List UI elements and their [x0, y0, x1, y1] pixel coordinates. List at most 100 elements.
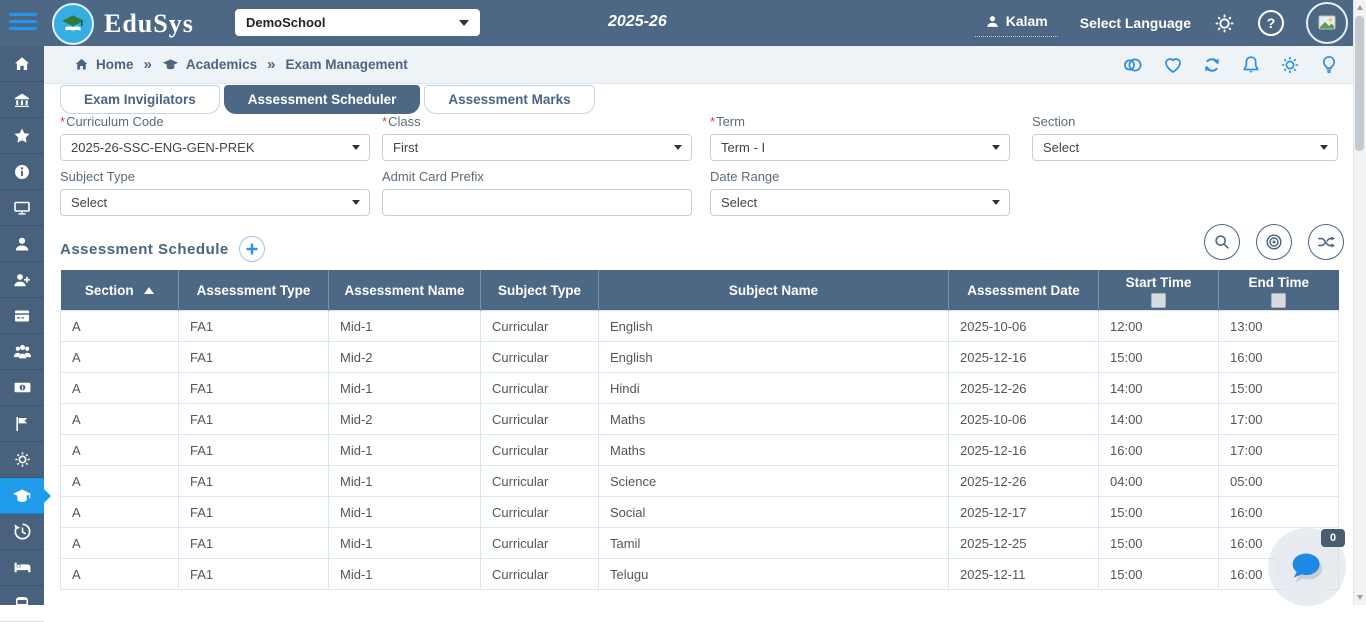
admit-card-prefix-input[interactable] — [382, 189, 692, 216]
table-cell: 05:00 — [1219, 466, 1339, 497]
search-button[interactable] — [1204, 224, 1240, 260]
tab-assessment-scheduler[interactable]: Assessment Scheduler — [224, 85, 421, 114]
table-cell: A — [61, 466, 179, 497]
column-header-assessment-date[interactable]: Assessment Date — [949, 270, 1099, 311]
assessment-scheduler-panel: *Curriculum Code 2025-26-SSC-ENG-GEN-PRE… — [44, 84, 1354, 605]
date-range-select[interactable]: Select — [710, 189, 1010, 216]
sidebar-item-hostel[interactable] — [0, 550, 44, 586]
end-time-checkbox[interactable] — [1271, 293, 1286, 308]
sidebar-item-home[interactable] — [0, 46, 44, 82]
monitor-icon — [13, 199, 31, 217]
toggle-icon[interactable] — [1121, 54, 1145, 76]
sidebar-item-id-card[interactable] — [0, 298, 44, 334]
sidebar-item-fees[interactable] — [0, 370, 44, 406]
sidebar-item-history[interactable] — [0, 514, 44, 550]
table-cell: 16:00 — [1219, 342, 1339, 373]
table-row[interactable]: AFA1Mid-1CurricularSocial2025-12-1715:00… — [61, 497, 1339, 528]
table-row[interactable]: AFA1Mid-1CurricularMaths2025-12-1616:001… — [61, 435, 1339, 466]
section-label: Section — [1032, 114, 1338, 129]
user-menu[interactable]: Kalam — [975, 9, 1058, 37]
curriculum-code-select[interactable]: 2025-26-SSC-ENG-GEN-PREK — [60, 134, 370, 161]
curriculum-code-label: *Curriculum Code — [60, 114, 370, 129]
table-cell: Social — [599, 497, 949, 528]
table-cell: FA1 — [179, 559, 329, 590]
shuffle-button[interactable] — [1308, 224, 1344, 260]
select-language-button[interactable]: Select Language — [1080, 15, 1191, 31]
target-button[interactable] — [1256, 224, 1292, 260]
table-row[interactable]: AFA1Mid-1CurricularHindi2025-12-2614:001… — [61, 373, 1339, 404]
column-header-assessment-name[interactable]: Assessment Name — [329, 270, 481, 311]
class-select[interactable]: First — [382, 134, 692, 161]
lightbulb-icon[interactable] — [1318, 54, 1340, 76]
column-header-subject-name[interactable]: Subject Name — [599, 270, 949, 311]
column-header-subject-type[interactable]: Subject Type — [481, 270, 599, 311]
sidebar-item-academics[interactable] — [0, 478, 44, 514]
scroll-up-arrow-icon[interactable] — [1357, 5, 1363, 10]
shuffle-icon — [1316, 232, 1336, 252]
table-row[interactable]: AFA1Mid-2CurricularMaths2025-10-0614:001… — [61, 404, 1339, 435]
subject-type-label: Subject Type — [60, 169, 370, 184]
settings-gear-icon[interactable] — [1213, 12, 1236, 35]
table-row[interactable]: AFA1Mid-1CurricularTelugu2025-12-1115:00… — [61, 559, 1339, 590]
sidebar-item-transport[interactable] — [0, 586, 44, 622]
sidebar-item-groups[interactable] — [0, 334, 44, 370]
graduation-cap-icon — [12, 486, 32, 506]
table-cell: Mid-1 — [329, 373, 481, 404]
column-header-end-time[interactable]: End Time — [1219, 270, 1339, 311]
table-cell: 15:00 — [1219, 373, 1339, 404]
column-header-section[interactable]: Section — [61, 270, 179, 311]
sidebar-item-admission[interactable] — [0, 262, 44, 298]
tab-exam-invigilators[interactable]: Exam Invigilators — [60, 85, 220, 114]
sidebar-item-institution[interactable] — [0, 82, 44, 118]
breadcrumb-academics[interactable]: Academics — [162, 56, 257, 73]
brand-logo[interactable]: EduSys — [52, 3, 194, 45]
chevron-down-icon — [992, 145, 1000, 150]
table-cell: Mid-1 — [329, 497, 481, 528]
sort-asc-icon[interactable] — [144, 287, 154, 294]
table-cell: 2025-12-26 — [949, 466, 1099, 497]
chat-bubble-icon — [1287, 549, 1327, 585]
vertical-scrollbar[interactable] — [1353, 0, 1366, 605]
star-icon — [13, 127, 31, 145]
chat-widget-button[interactable]: 0 — [1275, 535, 1339, 599]
start-time-checkbox[interactable] — [1151, 293, 1166, 308]
table-cell: Curricular — [481, 342, 599, 373]
gear-icon[interactable] — [1279, 54, 1301, 76]
hamburger-menu-icon[interactable] — [9, 13, 37, 33]
table-cell: Curricular — [481, 373, 599, 404]
tab-assessment-marks[interactable]: Assessment Marks — [424, 85, 594, 114]
column-header-assessment-type[interactable]: Assessment Type — [179, 270, 329, 311]
add-assessment-button[interactable] — [239, 236, 265, 262]
help-icon[interactable]: ? — [1258, 10, 1284, 36]
column-header-start-time[interactable]: Start Time — [1099, 270, 1219, 311]
table-row[interactable]: AFA1Mid-2CurricularEnglish2025-12-1615:0… — [61, 342, 1339, 373]
scroll-down-arrow-icon[interactable] — [1357, 595, 1363, 600]
table-row[interactable]: AFA1Mid-1CurricularEnglish2025-10-0612:0… — [61, 311, 1339, 342]
home-icon — [13, 55, 31, 73]
bell-icon[interactable] — [1240, 54, 1262, 76]
section-select[interactable]: Select — [1032, 134, 1338, 161]
scrollbar-thumb[interactable] — [1355, 16, 1364, 151]
school-select[interactable]: DemoSchool — [235, 9, 480, 36]
refresh-icon[interactable] — [1201, 54, 1223, 76]
table-row[interactable]: AFA1Mid-1CurricularTamil2025-12-2515:001… — [61, 528, 1339, 559]
table-cell: 2025-12-17 — [949, 497, 1099, 528]
graduation-cap-icon — [162, 56, 179, 73]
sidebar-item-flag[interactable] — [0, 406, 44, 442]
table-row[interactable]: AFA1Mid-1CurricularScience2025-12-2604:0… — [61, 466, 1339, 497]
term-select[interactable]: Term - I — [710, 134, 1010, 161]
bed-icon — [13, 558, 32, 577]
class-label: *Class — [382, 114, 692, 129]
sidebar-item-settings[interactable] — [0, 442, 44, 478]
heart-icon[interactable] — [1162, 54, 1184, 76]
subject-type-select[interactable]: Select — [60, 189, 370, 216]
home-icon — [74, 57, 89, 72]
image-placeholder-icon — [1317, 13, 1337, 33]
breadcrumb-home[interactable]: Home — [74, 57, 134, 72]
table-cell: 15:00 — [1099, 528, 1219, 559]
sidebar-item-favorites[interactable] — [0, 118, 44, 154]
avatar[interactable] — [1306, 2, 1348, 44]
sidebar-item-info[interactable] — [0, 154, 44, 190]
sidebar-item-display[interactable] — [0, 190, 44, 226]
sidebar-item-student[interactable] — [0, 226, 44, 262]
